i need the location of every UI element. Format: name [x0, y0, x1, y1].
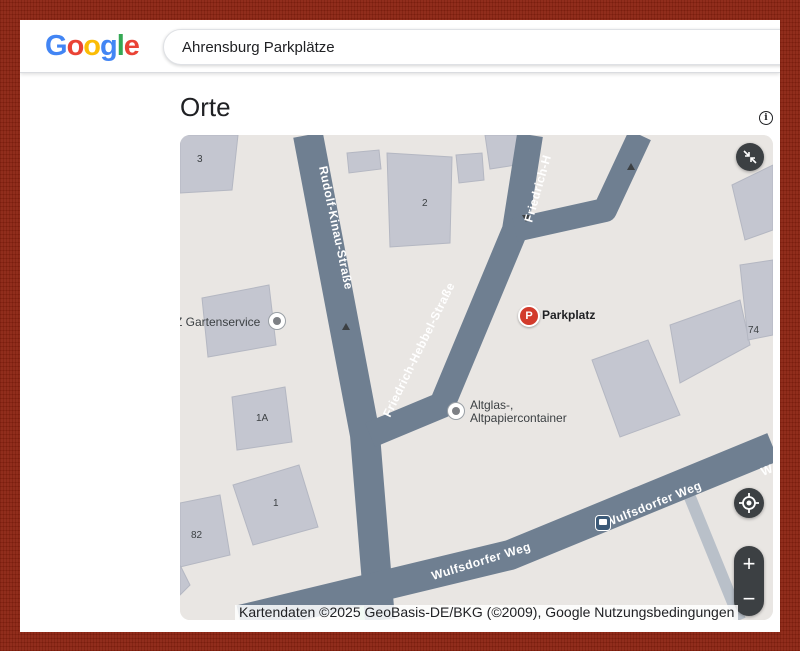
building-2: [386, 152, 453, 248]
house-number: 1A: [256, 413, 269, 424]
bus-stop-icon[interactable]: [595, 515, 611, 531]
building-small-b: [455, 152, 485, 184]
house-number: 74: [748, 325, 760, 336]
building-3: [180, 135, 239, 194]
poi-container-label-1[interactable]: Altglas-,: [470, 398, 513, 412]
recycling-poi-icon[interactable]: [447, 402, 465, 420]
section-title: Orte: [180, 92, 231, 122]
locate-icon[interactable]: [734, 488, 764, 518]
poi-garden-label[interactable]: Z Gartenservice: [180, 315, 260, 329]
zoom-control: + −: [734, 546, 764, 616]
info-icon[interactable]: i: [759, 111, 773, 125]
collapse-icon[interactable]: [736, 143, 764, 171]
search-input[interactable]: Ahrensburg Parkplätze: [163, 29, 780, 65]
logo-letter: l: [116, 30, 125, 62]
house-number: 3: [197, 154, 203, 165]
building-small-a: [346, 149, 382, 174]
map-attribution[interactable]: Kartendaten ©2025 GeoBasis-DE/BKG (©2009…: [235, 605, 739, 620]
logo-letter: e: [123, 30, 140, 62]
logo-letter: g: [100, 30, 118, 62]
zoom-in-button[interactable]: +: [734, 546, 764, 581]
poi-container-label-2[interactable]: Altpapiercontainer: [470, 411, 567, 425]
logo-letter: o: [83, 30, 101, 62]
logo-letter: o: [66, 30, 85, 62]
parking-pin-icon[interactable]: P: [518, 305, 540, 327]
logo-letter: G: [45, 30, 68, 62]
map-canvas[interactable]: Rudolf-Kinau-Straße Friedrich-Hebbel-Str…: [180, 135, 773, 620]
house-number: 1: [273, 498, 279, 509]
poi-parking-label[interactable]: Parkplatz: [542, 308, 595, 322]
search-header: Google Ahrensburg Parkplätze: [20, 20, 780, 73]
search-results-page: Google Ahrensburg Parkplätze Orte i Rudo…: [20, 20, 780, 632]
house-number: 2: [422, 198, 428, 209]
map-view[interactable]: Rudolf-Kinau-Straße Friedrich-Hebbel-Str…: [180, 135, 773, 620]
garden-poi-icon[interactable]: [268, 312, 286, 330]
house-number: 82: [191, 530, 203, 541]
google-logo[interactable]: Google: [45, 30, 140, 63]
zoom-out-button[interactable]: −: [734, 581, 764, 616]
search-query-text[interactable]: Ahrensburg Parkplätze: [182, 39, 335, 56]
